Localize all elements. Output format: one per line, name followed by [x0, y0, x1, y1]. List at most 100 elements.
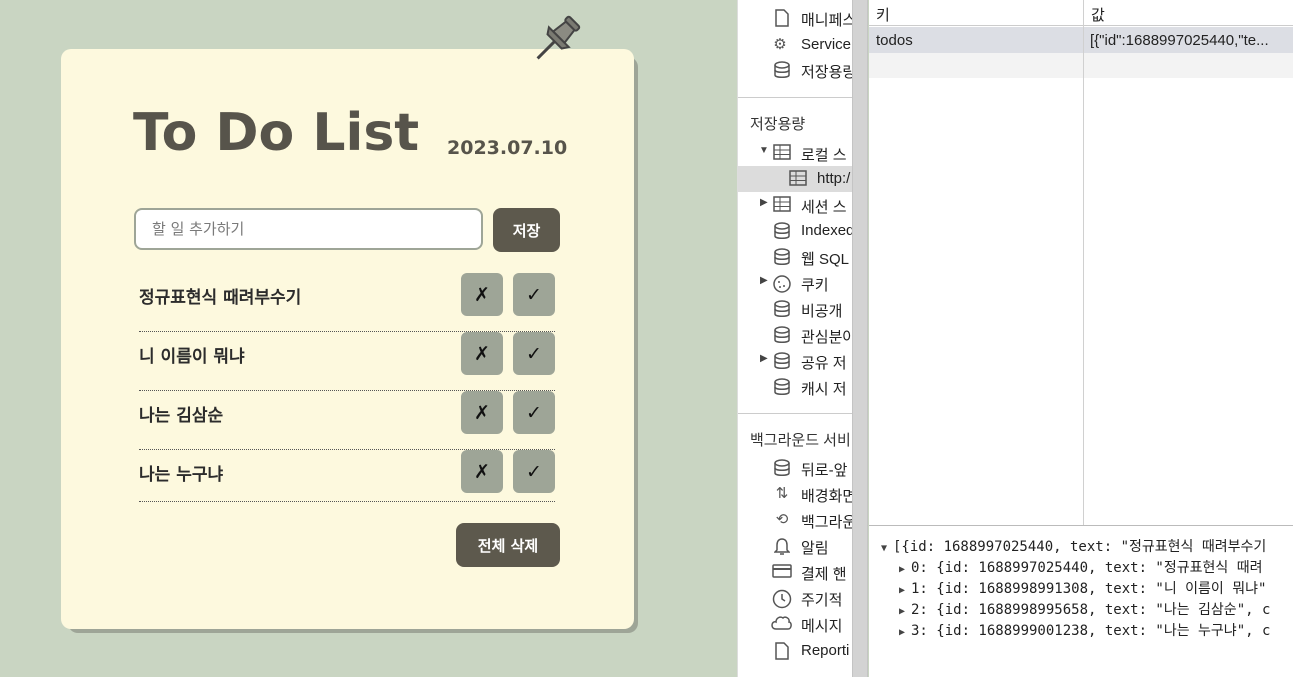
triangle-down-icon: ▼: [759, 145, 769, 156]
file-icon: [773, 642, 791, 660]
panel-splitter[interactable]: [852, 0, 868, 677]
sidebar-item-session-storage[interactable]: ▶ 세션 스: [738, 192, 852, 218]
sidebar-item-local-storage-origin[interactable]: http:/: [738, 166, 852, 192]
sidebar-item-label: 관심분야: [801, 329, 852, 346]
delete-button[interactable]: ✗: [461, 450, 503, 493]
value-preview-panel: ▼ [{id: 1688997025440, text: "정규표현식 때려부수기…: [869, 525, 1293, 677]
sidebar-item-label: 캐시 저: [801, 381, 847, 398]
sidebar-item-web-sql[interactable]: 웹 SQL: [738, 244, 852, 270]
pushpin-icon: [536, 15, 581, 60]
divider: [738, 97, 852, 98]
sidebar-item-cache-storage[interactable]: 캐시 저: [738, 374, 852, 400]
arrows-updown-icon: ⇅: [775, 485, 789, 502]
triangle-right-icon: ▶: [760, 275, 768, 286]
sidebar-item-label: 쿠키: [801, 277, 829, 294]
table-cell-key[interactable]: todos: [876, 32, 1076, 49]
table-row-empty: [869, 53, 1293, 78]
divider: [738, 413, 852, 414]
save-button[interactable]: 저장: [493, 208, 560, 252]
sidebar-item-label: 배경화면: [801, 488, 852, 505]
gears-icon: ⚙: [773, 36, 787, 53]
delete-button[interactable]: ✗: [461, 332, 503, 375]
database-icon: [773, 61, 791, 79]
triangle-down-icon: ▼: [881, 543, 888, 554]
sidebar-item-back-forward-cache[interactable]: 뒤로-앞: [738, 455, 852, 481]
clock-icon: [772, 589, 792, 609]
cloud-icon: [771, 615, 792, 633]
sidebar-item-label: 웹 SQL: [801, 251, 849, 268]
file-icon: [773, 9, 791, 27]
cookie-icon: [772, 274, 791, 293]
triangle-right-icon: ▶: [760, 353, 768, 364]
sidebar-item-notifications[interactable]: 알림: [738, 533, 852, 559]
delete-button[interactable]: ✗: [461, 273, 503, 316]
sidebar-item-interest-groups[interactable]: 관심분야: [738, 322, 852, 348]
todo-item: 나는 누구냐 ✗ ✓: [139, 450, 555, 502]
date-label: 2023.07.10: [447, 137, 568, 159]
preview-item: 2: {id: 1688998995658, text: "나는 김삼순", c: [911, 602, 1271, 618]
todo-input[interactable]: [134, 208, 483, 250]
triangle-right-icon: ▶: [899, 627, 906, 638]
preview-item: 1: {id: 1688998991308, text: "니 이름이 뭐냐": [911, 581, 1267, 597]
column-header-key[interactable]: 키: [869, 0, 1083, 26]
preview-line[interactable]: ▶ 1: {id: 1688998991308, text: "니 이름이 뭐냐": [899, 578, 1266, 598]
devtools-sidebar: 매니페스 ⚙ Service 저장용량 저장용량 ▼ 로컬 스 http:/ ▶…: [737, 0, 852, 677]
todo-text: 나는 김삼순: [139, 406, 224, 426]
database-icon: [773, 378, 791, 396]
database-icon: [773, 222, 791, 240]
todo-item: 나는 김삼순 ✗ ✓: [139, 391, 555, 450]
table-icon: [773, 196, 791, 214]
preview-line[interactable]: ▶ 2: {id: 1688998995658, text: "나는 김삼순", …: [899, 599, 1270, 619]
sidebar-item-payment-handler[interactable]: 결제 핸: [738, 559, 852, 585]
sidebar-item-background-fetch[interactable]: ⇅ 배경화면: [738, 481, 852, 507]
sidebar-item-private-state[interactable]: 비공개: [738, 296, 852, 322]
todo-text: 나는 누구냐: [139, 465, 224, 485]
complete-button[interactable]: ✓: [513, 450, 555, 493]
triangle-right-icon: ▶: [899, 585, 906, 596]
sidebar-item-local-storage[interactable]: ▼ 로컬 스: [738, 140, 852, 166]
sidebar-item-label: IndexedI: [801, 222, 852, 239]
table-cell-value[interactable]: [{"id":1688997025440,"te...: [1090, 32, 1290, 49]
sidebar-item-shared-storage[interactable]: ▶ 공유 저: [738, 348, 852, 374]
sidebar-item-periodic-sync[interactable]: 주기적: [738, 585, 852, 611]
sidebar-item-background-sync[interactable]: ⟲ 백그라운: [738, 507, 852, 533]
sidebar-item-label: 공유 저: [801, 355, 847, 372]
preview-line[interactable]: ▼ [{id: 1688997025440, text: "정규표현식 때려부수기: [881, 536, 1266, 556]
todo-text: 니 이름이 뭐냐: [139, 347, 245, 367]
sidebar-item-reporting-api[interactable]: Reporti: [738, 638, 852, 664]
database-icon: [773, 352, 791, 370]
delete-button[interactable]: ✗: [461, 391, 503, 434]
preview-line[interactable]: ▶ 3: {id: 1688999001238, text: "나는 누구냐", …: [899, 620, 1270, 640]
preview-item: 0: {id: 1688997025440, text: "정규표현식 때려: [911, 560, 1263, 576]
section-header-storage: 저장용량: [750, 116, 806, 133]
column-header-value[interactable]: 값: [1084, 0, 1293, 26]
sidebar-item-cookies[interactable]: ▶ 쿠키: [738, 270, 852, 296]
preview-summary: [{id: 1688997025440, text: "정규표현식 때려부수기: [893, 539, 1267, 555]
sidebar-item-label: 비공개: [801, 303, 843, 320]
sidebar-item-indexeddb[interactable]: IndexedI: [738, 218, 852, 244]
sync-icon: ⟲: [775, 511, 789, 528]
preview-line[interactable]: ▶ 0: {id: 1688997025440, text: "정규표현식 때려: [899, 557, 1262, 577]
sidebar-item-label: 주기적: [801, 592, 843, 609]
sidebar-item-label: 로컬 스: [801, 147, 847, 164]
sidebar-item-label: 뒤로-앞: [801, 462, 848, 479]
sidebar-item-service-workers[interactable]: ⚙ Service: [738, 32, 852, 58]
sidebar-item-label: http:/: [817, 170, 851, 187]
todo-item: 정규표현식 때려부수기 ✗ ✓: [139, 273, 555, 332]
sidebar-item-manifest[interactable]: 매니페스: [738, 5, 852, 31]
database-icon: [773, 326, 791, 344]
sidebar-item-label: 세션 스: [801, 199, 847, 216]
sidebar-item-storage[interactable]: 저장용량: [738, 57, 852, 83]
triangle-right-icon: ▶: [899, 606, 906, 617]
section-header-background-services: 백그라운드 서비: [750, 432, 851, 449]
page-title: To Do List: [133, 103, 420, 163]
complete-button[interactable]: ✓: [513, 332, 555, 375]
sidebar-item-label: 저장용량: [801, 64, 852, 81]
sidebar-item-label: 백그라운: [801, 514, 852, 531]
sidebar-item-push-messaging[interactable]: 메시지: [738, 611, 852, 637]
complete-button[interactable]: ✓: [513, 391, 555, 434]
clear-all-button[interactable]: 전체 삭제: [456, 523, 560, 567]
complete-button[interactable]: ✓: [513, 273, 555, 316]
sidebar-item-label: Service: [801, 36, 852, 53]
column-divider[interactable]: [1083, 0, 1084, 525]
